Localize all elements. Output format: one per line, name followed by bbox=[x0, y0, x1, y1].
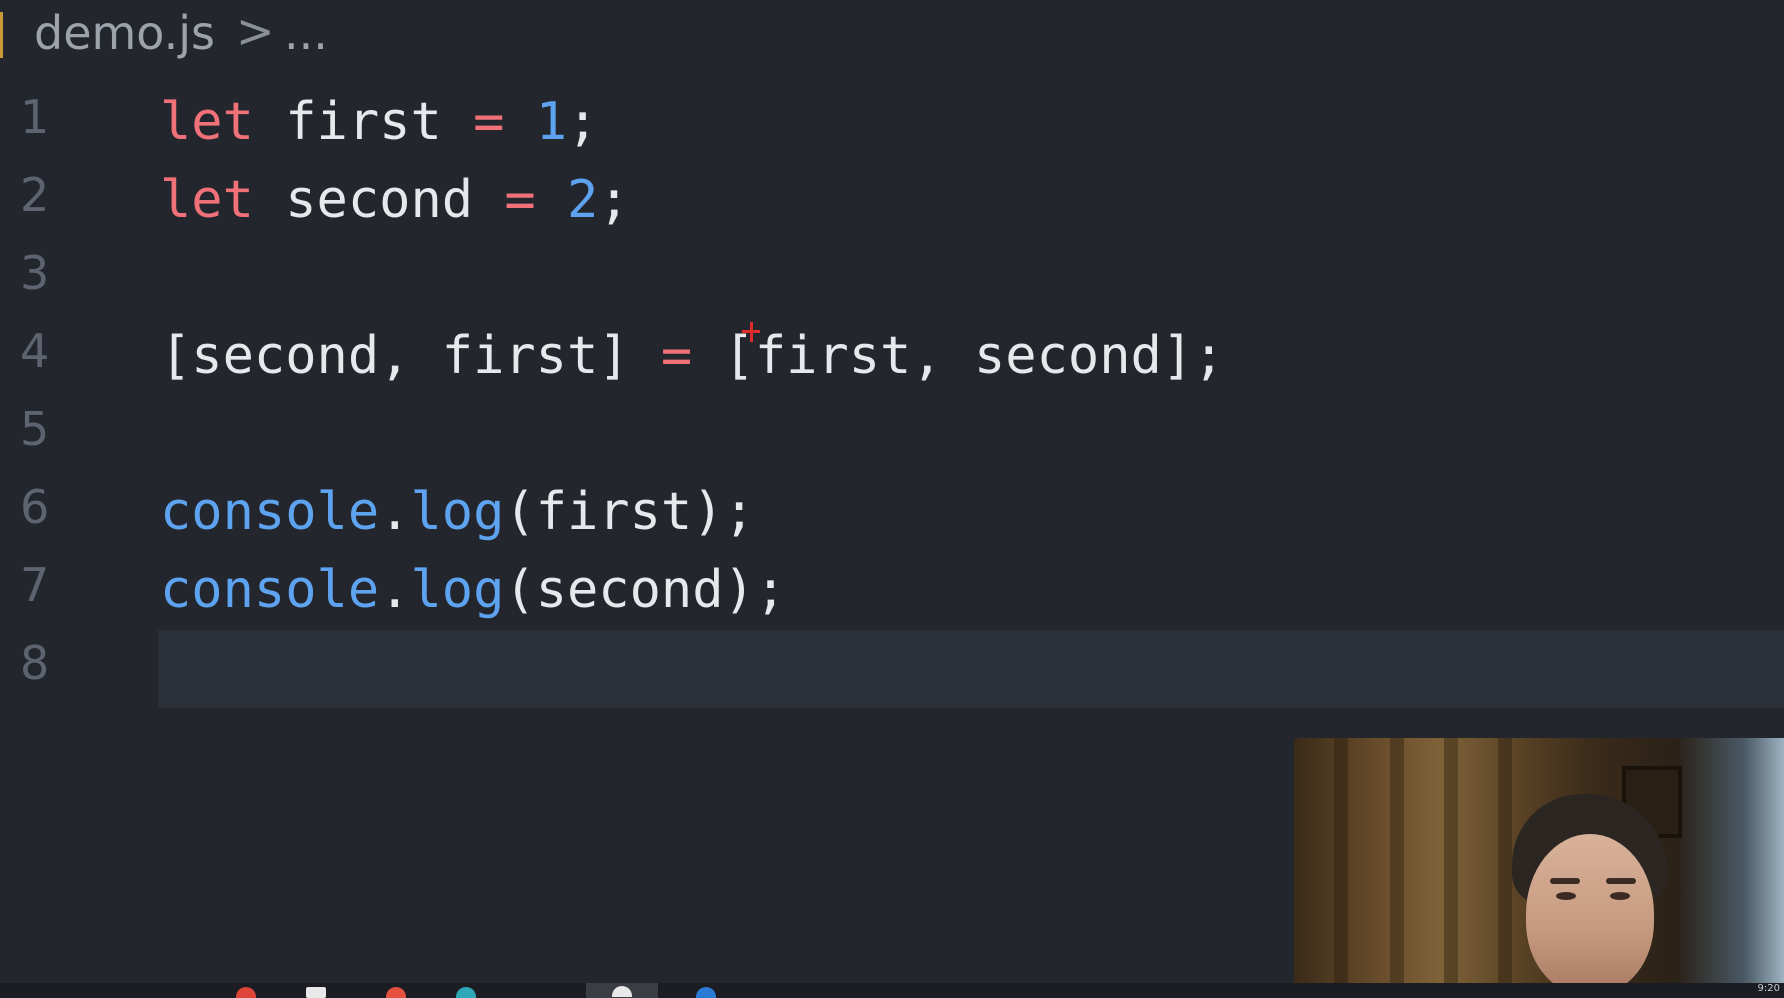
code-token: (first); bbox=[504, 482, 755, 542]
code-token: (second); bbox=[504, 560, 787, 620]
taskbar-app-icon[interactable] bbox=[236, 987, 256, 998]
code-token: log bbox=[410, 482, 505, 542]
code-token: let bbox=[160, 170, 254, 230]
code-token: let bbox=[160, 92, 254, 152]
code-token: = bbox=[504, 170, 536, 230]
code-token: first bbox=[253, 92, 474, 152]
code-token: . bbox=[379, 560, 411, 620]
code-token: log bbox=[410, 560, 505, 620]
code-token: 1 bbox=[535, 92, 568, 152]
curtain-fold bbox=[1390, 738, 1404, 983]
person-face bbox=[1526, 834, 1654, 983]
person-eyebrow bbox=[1550, 878, 1580, 884]
line-number: 6 bbox=[20, 480, 50, 534]
line-number: 3 bbox=[20, 246, 50, 300]
code-token: console bbox=[160, 560, 380, 620]
code-token: console bbox=[160, 482, 380, 542]
taskbar: 9:20 bbox=[0, 983, 1784, 998]
line-number: 5 bbox=[20, 402, 50, 456]
curtain-fold bbox=[1444, 738, 1458, 983]
curtain-fold bbox=[1498, 738, 1512, 983]
breadcrumb-more[interactable]: ... bbox=[284, 6, 328, 60]
taskbar-app-icon[interactable] bbox=[696, 987, 716, 998]
code-line[interactable]: console.log(second); bbox=[160, 560, 786, 620]
code-token: . bbox=[379, 482, 411, 542]
code-line[interactable]: console.log(first); bbox=[160, 482, 755, 542]
breadcrumb-file[interactable]: demo.js bbox=[34, 6, 215, 60]
breadcrumb-separator-icon: > bbox=[236, 4, 275, 58]
current-line-highlight bbox=[158, 630, 1784, 708]
taskbar-app-icon[interactable] bbox=[612, 986, 632, 997]
person-eyebrow bbox=[1606, 878, 1636, 884]
person-eye bbox=[1610, 892, 1630, 900]
line-number: 1 bbox=[20, 90, 50, 144]
line-number: 4 bbox=[20, 324, 50, 378]
taskbar-app-icon[interactable] bbox=[306, 987, 326, 998]
line-number: 7 bbox=[20, 558, 50, 612]
code-line[interactable]: let second = 2; bbox=[160, 170, 630, 230]
breadcrumb: demo.js > ... bbox=[0, 0, 1784, 70]
code-token: second bbox=[253, 170, 505, 230]
taskbar-app-icon[interactable] bbox=[386, 987, 406, 998]
code-token: [first, second]; bbox=[692, 326, 1225, 386]
code-line[interactable]: let first = 1; bbox=[160, 92, 598, 152]
code-token: ; bbox=[598, 170, 630, 230]
code-token: ; bbox=[567, 92, 599, 152]
code-token: 2 bbox=[567, 170, 599, 230]
taskbar-app-icon[interactable] bbox=[456, 987, 476, 998]
code-token: = bbox=[660, 326, 693, 386]
line-number: 8 bbox=[20, 636, 50, 690]
code-line[interactable]: [second, first] = [first, second]; bbox=[160, 326, 1224, 386]
code-editor[interactable]: demo.js > ... 1 2 3 4 5 6 7 8 let first … bbox=[0, 0, 1784, 998]
code-token: = bbox=[473, 92, 505, 152]
breadcrumb-accent-bar bbox=[0, 12, 3, 58]
taskbar-active-app[interactable] bbox=[586, 983, 658, 998]
curtain-fold bbox=[1334, 738, 1348, 983]
code-token: [second, first] bbox=[160, 326, 661, 386]
mouse-cursor-icon bbox=[742, 322, 760, 342]
person-eye bbox=[1556, 892, 1576, 900]
line-number: 2 bbox=[20, 168, 50, 222]
webcam-overlay bbox=[1294, 738, 1784, 983]
tray-clock[interactable]: 9:20 bbox=[1758, 983, 1780, 994]
